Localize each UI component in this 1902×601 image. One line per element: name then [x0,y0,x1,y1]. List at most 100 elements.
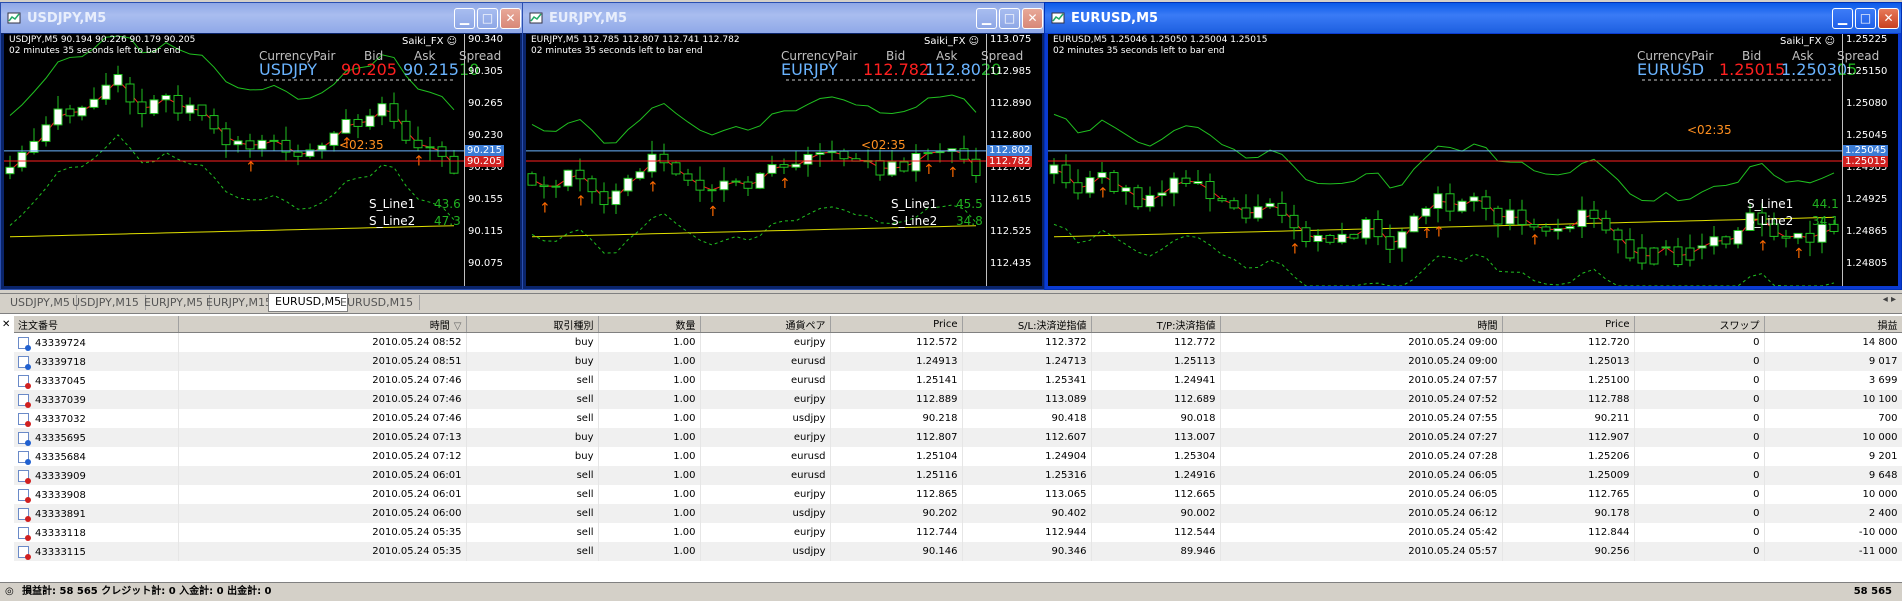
minimize-button[interactable]: ▁ [976,7,997,29]
cell-value: 2010.05.24 08:51 [372,356,462,367]
window-titlebar[interactable]: EURJPY,M5 ▁ □ ✕ [523,3,1045,33]
candle-body [269,139,279,142]
candle-body [41,124,51,142]
ask-price-tag: 90.215 [465,144,504,156]
close-icon[interactable]: ✕ [2,319,10,330]
column-header[interactable]: 時間 [1220,316,1503,333]
column-header[interactable]: Price [830,316,963,333]
y-tick-label: 1.24865 [1846,226,1888,237]
candle-body [755,172,765,189]
price-chart[interactable]: ↑ ↑ ↑ ↑ ↑ ↑ ↑ EURJPY,M5 112.785 112.807 112.741… [526,34,1042,286]
y-tick-label: 112.985 [990,66,1032,77]
table-cell: 90.202 [830,504,963,523]
column-header[interactable]: 数量 [598,316,701,333]
candle-body [53,108,63,126]
maximize-button[interactable]: □ [999,7,1020,29]
table-cell: 1.24904 [962,447,1092,466]
cell-value: 112.865 [916,489,958,500]
window-titlebar[interactable]: EURUSD,M5 ▁ □ ✕ [1045,3,1901,33]
table-row[interactable]: 43337045 2010.05.24 07:46 sell 1.00 eurusd 1.… [14,371,1902,390]
candle-body [17,151,27,168]
chart-window-usdjpy-m5[interactable]: USDJPY,M5 ▁ □ ✕ ↑ ↑ ↑ USDJPY,M5 90.194 90.2… [0,2,524,290]
candle-body [1337,233,1347,243]
column-header[interactable]: T/P:決済指値 [1091,316,1221,333]
column-header[interactable]: Price [1502,316,1635,333]
cell-value: 0 [1753,413,1760,424]
table-cell: 2010.05.24 07:12 [178,447,467,466]
close-button[interactable]: ✕ [1878,7,1899,29]
table-cell: 112.765 [1502,485,1635,504]
candle-body [1709,236,1719,247]
candle-body [1289,214,1299,229]
cell-value: 112.744 [916,527,958,538]
table-cell: buy [466,428,599,447]
tab-eurusd-m15[interactable]: EURUSD,M15 [334,295,421,310]
sell-order-icon [18,469,31,484]
cell-value: 0 [1753,527,1760,538]
tab-usdjpy-m15[interactable]: USDJPY,M15 [66,295,146,310]
table-cell: 90.178 [1502,504,1635,523]
s-line1-label: S_Line1 [369,197,416,211]
window-titlebar[interactable]: USDJPY,M5 ▁ □ ✕ [1,3,523,33]
price-chart[interactable]: ↑ ↑ ↑ USDJPY,M5 90.194 90.226 90.179 90.205… [4,34,520,286]
table-row[interactable]: 43333891 2010.05.24 06:00 sell 1.00 usdjpy 90… [14,504,1902,523]
price-chart[interactable]: ↑ ↑ ↑ ↑ ↑ ↑ ↑ EURUSD,M5 1.25046 1.25050 1.25004… [1048,34,1898,286]
table-row[interactable]: 43333908 2010.05.24 06:01 sell 1.00 eurjpy 11… [14,485,1902,504]
table-row[interactable]: 43333118 2010.05.24 05:35 sell 1.00 eurjpy 11… [14,523,1902,542]
quote-bid: 1.25015 [1719,60,1786,79]
candle-body [1493,207,1503,225]
cell-value: -10 000 [1858,527,1898,538]
candle-body [209,115,219,130]
tab-scroll-arrows[interactable]: ◂ ▸ [1883,294,1896,305]
table-row[interactable]: 43333909 2010.05.24 06:01 sell 1.00 eurusd 1.… [14,466,1902,485]
table-cell: 2010.05.24 06:05 [1220,466,1503,485]
table-row[interactable]: 43337032 2010.05.24 07:46 sell 1.00 usdjpy 90… [14,409,1902,428]
candle-body [101,84,111,100]
table-cell: 2010.05.24 07:52 [1220,390,1503,409]
chart-window-eurusd-m5[interactable]: EURUSD,M5 ▁ □ ✕ ↑ ↑ ↑ ↑ ↑ ↑ ↑ EURUSD,M5 1.25046… [1044,2,1902,290]
chart-window-eurjpy-m5[interactable]: EURJPY,M5 ▁ □ ✕ ↑ ↑ ↑ ↑ ↑ ↑ ↑ EURJPY,M5 112.785… [522,2,1046,290]
cell-value: 112.772 [1174,337,1216,348]
column-header[interactable]: S/L:決済逆指値 [962,316,1092,333]
candle-body [923,152,933,155]
close-button[interactable]: ✕ [1022,7,1043,29]
y-tick-label: 1.24925 [1846,194,1888,205]
column-header[interactable]: スワップ [1634,316,1765,333]
candle-body [161,94,171,101]
cell-value: 112.765 [1588,489,1630,500]
table-cell: -10 000 [1764,523,1902,542]
table-row[interactable]: 43335684 2010.05.24 07:12 buy 1.00 eurusd 1.2… [14,447,1902,466]
table-cell: usdjpy [700,542,831,561]
minimize-button[interactable]: ▁ [1832,7,1853,29]
terminal-panel: ✕ 注文番号 時間 ▽ 取引種別 数量 通貨ペア Price S/L:決済逆指値 T/P:決済指… [0,313,1902,601]
table-cell: 2010.05.24 09:00 [1220,332,1503,352]
table-row[interactable]: 43339724 2010.05.24 08:52 buy 1.00 eurjpy 112… [14,332,1902,352]
table-row[interactable]: 43333115 2010.05.24 05:35 sell 1.00 usdjpy 90… [14,542,1902,561]
minimize-button[interactable]: ▁ [454,7,475,29]
cell-value: 90.018 [1180,413,1216,424]
candle-body [1517,209,1527,225]
column-header[interactable]: 取引種別 [466,316,599,333]
column-header[interactable]: 損益 [1764,316,1902,333]
table-cell: 43339718 [14,352,179,371]
column-header[interactable]: 時間 ▽ [178,316,467,333]
table-row[interactable]: 43339718 2010.05.24 08:51 buy 1.00 eurusd 1.2… [14,352,1902,371]
table-cell: 90.018 [1091,409,1221,428]
cell-value: 0 [1753,470,1760,481]
table-cell: usdjpy [700,409,831,428]
table-row[interactable]: 43337039 2010.05.24 07:46 sell 1.00 eurjpy 11… [14,390,1902,409]
candle-body [1469,196,1479,202]
table-cell: eurjpy [700,428,831,447]
maximize-button[interactable]: □ [477,7,498,29]
table-cell: 1.25100 [1502,371,1635,390]
candle-body [647,153,657,173]
cell-value: 1.00 [673,337,696,348]
signal-arrow: ↑ [539,200,551,216]
close-button[interactable]: ✕ [500,7,521,29]
maximize-button[interactable]: □ [1855,7,1876,29]
candle-body [803,153,813,165]
column-header[interactable]: 通貨ペア [700,316,831,333]
column-header[interactable]: 注文番号 [14,316,179,333]
table-row[interactable]: 43335695 2010.05.24 07:13 buy 1.00 eurjpy 112… [14,428,1902,447]
signal-arrow: ↑ [707,204,719,220]
